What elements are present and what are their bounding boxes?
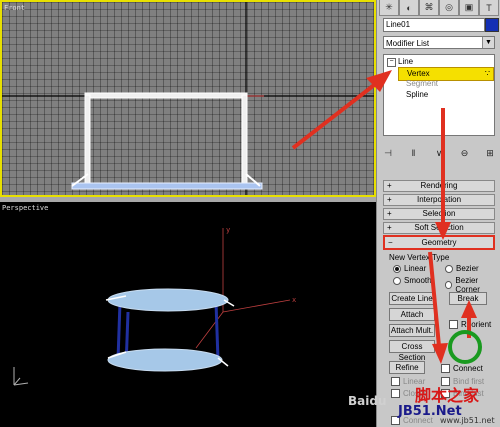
perspective-viewport-label[interactable]: Perspective [2, 204, 48, 212]
rollout-geometry[interactable]: − Geometry [383, 235, 495, 250]
create-tab-icon[interactable]: ✳ [379, 0, 399, 16]
rollout-selection[interactable]: + Selection [383, 208, 495, 220]
command-panel-tabs: ✳ ◐ ⌘ ◎ ▣ T [379, 0, 499, 16]
chevron-down-icon: ▼ [482, 37, 494, 48]
watermark-baidu: Baidu [348, 394, 387, 408]
configure-sets-icon[interactable]: ⊞ [483, 146, 497, 160]
break-button[interactable]: Break [449, 292, 487, 305]
radio-linear[interactable]: Linear [393, 264, 426, 273]
modifier-list-label: Modifier List [386, 39, 430, 48]
connect-checkbox[interactable]: Connect [441, 364, 483, 373]
watermark-url: www.jb51.net [440, 416, 495, 425]
rollout-soft-selection[interactable]: + Soft Selection [383, 222, 495, 234]
radio-dot-icon [393, 276, 401, 285]
stack-item-spline[interactable]: Spline [406, 89, 428, 100]
radio-smooth[interactable]: Smooth [393, 276, 432, 285]
front-viewport[interactable]: Front [0, 0, 376, 197]
motion-tab-icon[interactable]: ◎ [439, 0, 459, 16]
modifier-stack: − Line Vertex ∵ Segment Spline [383, 54, 495, 136]
remove-modifier-icon[interactable]: ⊖ [458, 146, 472, 160]
connect-label: Connect [453, 364, 483, 373]
radio-dot-icon [393, 264, 401, 273]
rollout-soft-selection-label: Soft Selection [414, 223, 464, 232]
rollout-interpolation[interactable]: + Interpolation [383, 194, 495, 206]
attach-mult-button[interactable]: Attach Mult. [389, 324, 435, 337]
rollout-geometry-label: Geometry [421, 238, 457, 247]
stack-toolbar: ⊣ ‖ ∨ ⊖ ⊞ [381, 146, 497, 162]
utilities-tab-icon[interactable]: T [479, 0, 499, 16]
stack-item-vertex-label: Vertex [407, 69, 430, 78]
reorient-checkbox[interactable]: Reorient [449, 320, 491, 329]
front-grid [2, 2, 374, 195]
radio-linear-label: Linear [404, 264, 427, 273]
collapse-icon[interactable]: − [387, 58, 396, 67]
watermark-site: 脚本之家 [415, 386, 480, 405]
front-viewport-label[interactable]: Front [4, 4, 25, 12]
perspective-scene: y x [0, 202, 376, 427]
radio-smooth-label: Smooth [404, 276, 432, 285]
vertex-dots-icon: ∵ [484, 69, 490, 78]
rollout-selection-label: Selection [422, 209, 456, 218]
create-line-button[interactable]: Create Line [389, 292, 435, 305]
object-color-swatch[interactable] [485, 18, 499, 32]
rollout-interpolation-label: Interpolation [416, 195, 462, 204]
display-tab-icon[interactable]: ▣ [459, 0, 479, 16]
refine-button[interactable]: Refine [389, 361, 425, 374]
checkbox-icon [391, 389, 400, 398]
reorient-label: Reorient [461, 320, 492, 329]
show-end-result-icon[interactable]: ‖ [407, 146, 421, 160]
rollout-rendering-label: Rendering [420, 181, 458, 190]
radio-bezier-label: Bezier [456, 264, 479, 273]
pin-stack-icon[interactable]: ⊣ [381, 146, 395, 160]
svg-text:x: x [292, 296, 296, 304]
cross-section-button[interactable]: Cross Section [389, 340, 435, 362]
perspective-viewport[interactable]: y x Perspective [0, 202, 376, 427]
object-name-field[interactable]: Line01 [383, 18, 485, 32]
modifier-list-dropdown[interactable]: Modifier List ▼ [383, 36, 495, 49]
attach-button[interactable]: Attach [389, 308, 435, 321]
stack-item-line[interactable]: Line [398, 56, 413, 67]
command-panel: ✳ ◐ ⌘ ◎ ▣ T Line01 Modifier List ▼ − Lin… [376, 0, 500, 427]
checkbox-icon [441, 364, 450, 373]
make-unique-icon[interactable]: ∨ [432, 146, 446, 160]
svg-text:y: y [226, 226, 230, 234]
checkbox-icon [391, 377, 400, 386]
new-vertex-type-label: New Vertex Type [389, 253, 450, 262]
radio-dot-icon [445, 264, 453, 273]
radio-dot-icon [445, 281, 453, 289]
hierarchy-tab-icon[interactable]: ⌘ [419, 0, 439, 16]
modify-tab-icon[interactable]: ◐ [399, 0, 419, 16]
rollout-rendering[interactable]: + Rendering [383, 180, 495, 192]
radio-bezier[interactable]: Bezier [445, 264, 479, 273]
stack-item-segment[interactable]: Segment [406, 78, 438, 89]
checkbox-icon [449, 320, 458, 329]
